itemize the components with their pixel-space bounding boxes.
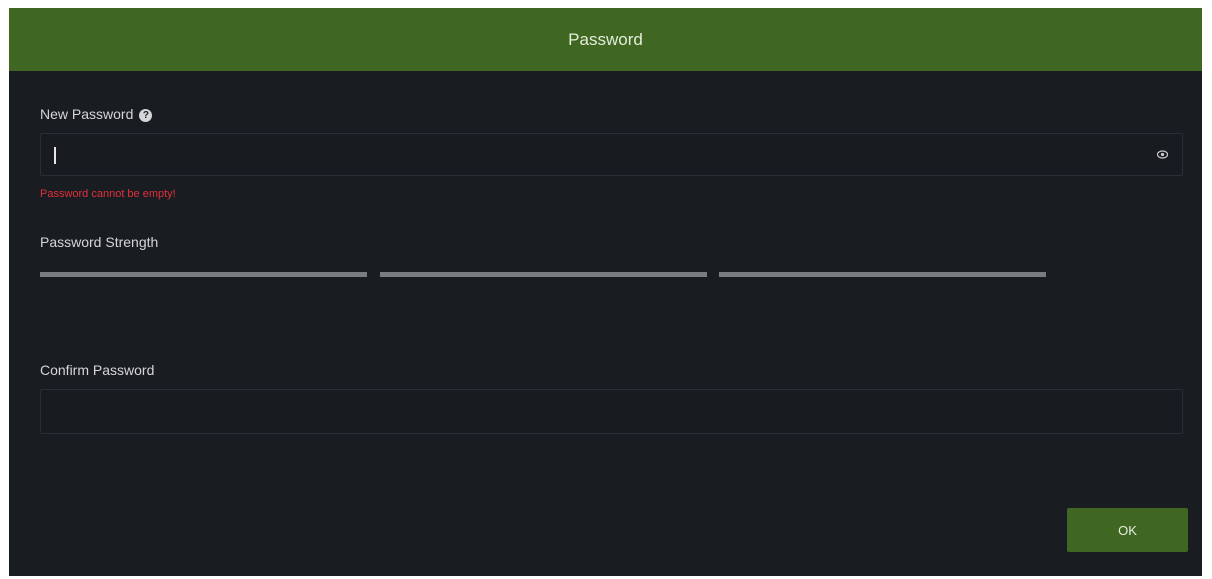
new-password-error: Password cannot be empty! (40, 188, 176, 200)
strength-segment-2 (380, 272, 707, 277)
new-password-label: New Password (40, 106, 134, 122)
confirm-password-label: Confirm Password (40, 362, 155, 378)
new-password-label-row: New Password? (40, 106, 153, 122)
dialog-header: Password (9, 8, 1202, 71)
ok-button[interactable]: OK (1067, 508, 1188, 552)
password-dialog: Password New Password? Password cannot b… (9, 8, 1202, 576)
password-strength-label: Password Strength (40, 234, 159, 250)
strength-segment-1 (40, 272, 367, 277)
new-password-input[interactable] (40, 133, 1183, 176)
confirm-password-input[interactable] (40, 389, 1183, 434)
help-icon[interactable]: ? (139, 109, 153, 122)
eye-icon[interactable] (1157, 150, 1168, 159)
text-caret (54, 147, 56, 164)
strength-segment-3 (719, 272, 1046, 277)
dialog-title: Password (568, 29, 643, 49)
